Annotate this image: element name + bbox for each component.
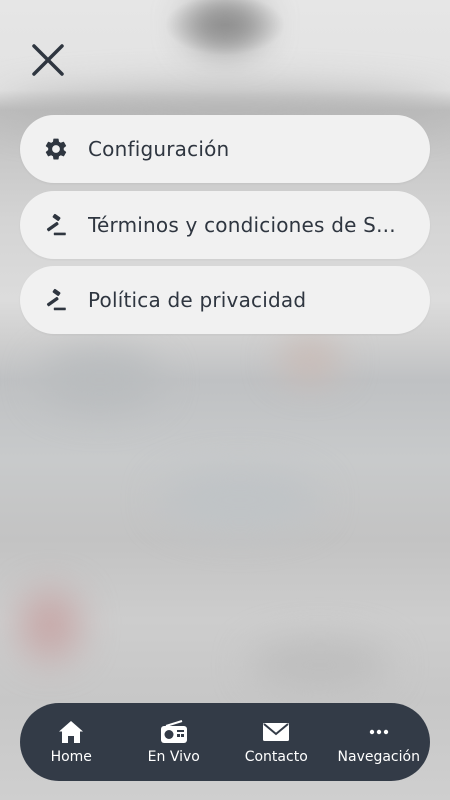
nav-item-contacto[interactable]: Contacto bbox=[226, 719, 326, 765]
more-icon bbox=[366, 719, 392, 745]
radio-icon bbox=[160, 719, 188, 745]
gear-icon bbox=[42, 135, 70, 163]
close-icon bbox=[30, 42, 66, 82]
close-menu-button[interactable] bbox=[28, 42, 68, 82]
menu-item-privacidad[interactable]: Política de privacidad bbox=[20, 266, 430, 334]
home-icon bbox=[58, 719, 84, 745]
nav-item-en-vivo[interactable]: En Vivo bbox=[124, 719, 224, 765]
menu-item-label: Términos y condiciones de S... bbox=[88, 213, 396, 237]
nav-label: Navegación bbox=[337, 749, 420, 765]
nav-item-home[interactable]: Home bbox=[21, 719, 121, 765]
mail-icon bbox=[262, 719, 290, 745]
menu-item-label: Configuración bbox=[88, 137, 230, 161]
gavel-icon bbox=[42, 286, 70, 314]
nav-item-navegacion[interactable]: Navegación bbox=[329, 719, 429, 765]
nav-label: En Vivo bbox=[147, 749, 200, 765]
menu-item-configuracion[interactable]: Configuración bbox=[20, 115, 430, 183]
nav-label: Home bbox=[50, 749, 92, 765]
gavel-icon bbox=[42, 211, 70, 239]
menu-item-label: Política de privacidad bbox=[88, 288, 307, 312]
menu-item-terminos[interactable]: Términos y condiciones de S... bbox=[20, 191, 430, 259]
bottom-navigation-bar: Home En Vivo Contacto Navegación bbox=[20, 703, 430, 781]
nav-label: Contacto bbox=[244, 749, 308, 765]
